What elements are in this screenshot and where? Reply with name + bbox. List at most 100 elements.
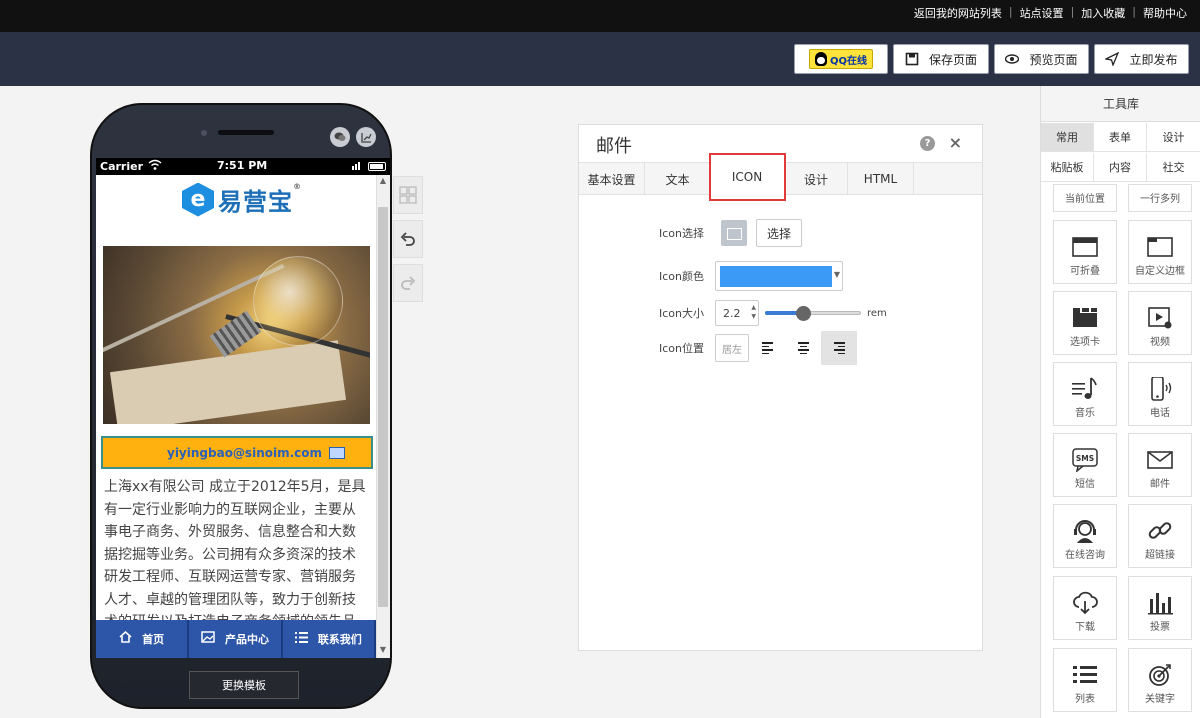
qq-online-button[interactable]: QQ在线 <box>794 44 888 74</box>
tool-list[interactable]: 列表 <box>1053 648 1117 712</box>
tool-keyword[interactable]: 关键字 <box>1128 648 1192 712</box>
align-center-icon[interactable] <box>785 331 821 365</box>
align-left-icon[interactable] <box>749 331 785 365</box>
tab-icon[interactable]: ICON <box>709 153 786 201</box>
banner-image[interactable] <box>103 246 370 424</box>
slider-handle[interactable] <box>796 306 812 321</box>
tab-text[interactable]: 文本 <box>645 163 711 195</box>
category-design[interactable]: 设计 <box>1147 123 1200 152</box>
layout-grid-icon[interactable] <box>393 176 423 214</box>
tool-hyperlink[interactable]: 超链接 <box>1128 504 1192 568</box>
tool-online-consult[interactable]: 在线咨询 <box>1053 504 1117 568</box>
category-social[interactable]: 社交 <box>1147 153 1200 182</box>
undo-icon[interactable] <box>393 220 423 258</box>
tool-vote[interactable]: 投票 <box>1128 576 1192 640</box>
tool-download[interactable]: 下载 <box>1053 576 1117 640</box>
category-common[interactable]: 常用 <box>1041 123 1094 152</box>
link-help-center[interactable]: 帮助中心 <box>1138 5 1192 21</box>
preview-label: 预览页面 <box>1029 52 1078 67</box>
swap-template-button[interactable]: 更换模板 <box>189 671 299 699</box>
separator: | <box>1070 5 1075 18</box>
tab-html[interactable]: HTML <box>848 163 914 195</box>
panel-title: 邮件 <box>596 136 632 157</box>
icon-size-label: Icon大小 <box>659 307 704 320</box>
carrier-label: Carrier <box>100 160 144 173</box>
tool-music[interactable]: 音乐 <box>1053 362 1117 426</box>
category-clipboard[interactable]: 粘贴板 <box>1041 153 1094 182</box>
clock: 7:51 PM <box>217 159 268 172</box>
link-add-favorite[interactable]: 加入收藏 <box>1076 5 1130 21</box>
border-icon <box>1147 237 1173 257</box>
select-icon-button[interactable]: 选择 <box>756 219 802 247</box>
site-logo: e 易营宝® <box>182 182 302 217</box>
panel-tabs: 基本设置 文本 ICON 设计 HTML <box>579 153 982 201</box>
list-icon <box>1073 666 1097 683</box>
help-icon[interactable]: ? <box>920 136 935 151</box>
phone-scrollbar[interactable]: ▲ ▼ <box>376 175 390 658</box>
nav-contact[interactable]: 联系我们 <box>282 620 376 658</box>
chat-icon[interactable] <box>330 127 350 147</box>
nav-products-label: 产品中心 <box>224 633 269 646</box>
link-my-sites[interactable]: 返回我的网站列表 <box>909 5 1007 21</box>
separator: | <box>1008 5 1013 18</box>
scroll-down-icon[interactable]: ▼ <box>377 645 389 657</box>
icon-size-stepper[interactable]: 2.2 ▲ ▼ <box>715 300 759 326</box>
tabs-icon <box>1073 308 1097 327</box>
nav-products[interactable]: 产品中心 <box>189 620 283 658</box>
category-content[interactable]: 内容 <box>1094 153 1147 182</box>
tool-current-location[interactable]: 当前位置 <box>1053 184 1117 212</box>
home-icon <box>119 630 132 647</box>
signal-icon <box>352 162 360 170</box>
icon-size-slider[interactable] <box>765 306 861 321</box>
editor-toolbar: QQ在线 保存页面 预览页面 立即发布 <box>0 32 1200 86</box>
preview-page-button[interactable]: 预览页面 <box>994 44 1089 74</box>
top-links: 返回我的网站列表 | 站点设置 | 加入收藏 | 帮助中心 <box>909 5 1192 21</box>
email-settings-panel: 邮件 ? × 基本设置 文本 ICON 设计 HTML Icon选择 选择 Ic… <box>578 124 983 651</box>
icon-select-label: Icon选择 <box>659 227 704 240</box>
tab-design[interactable]: 设计 <box>785 163 848 195</box>
company-intro-text[interactable]: 上海xx有限公司 成立于2012年5月，是具有一定行业影响力的互联网企业，主要从… <box>104 476 366 634</box>
scroll-up-icon[interactable]: ▲ <box>377 176 389 188</box>
tool-phone[interactable]: 电话 <box>1128 362 1192 426</box>
tab-basic-settings[interactable]: 基本设置 <box>579 163 645 195</box>
tool-custom-border[interactable]: 自定义边框 <box>1128 220 1192 284</box>
email-module[interactable]: yiyingbao@sinoim.com <box>101 436 373 469</box>
email-address: yiyingbao@sinoim.com <box>167 445 323 460</box>
chart-icon[interactable] <box>356 127 376 147</box>
scroll-thumb[interactable] <box>378 207 388 607</box>
tool-library-title: 工具库 <box>1041 86 1200 122</box>
color-swatch <box>720 266 832 287</box>
tool-tabs[interactable]: 选项卡 <box>1053 291 1117 355</box>
phone-camera <box>201 130 207 136</box>
align-right-icon[interactable] <box>821 331 857 365</box>
publish-label: 立即发布 <box>1129 52 1178 67</box>
tool-sms[interactable]: SMS 短信 <box>1053 433 1117 497</box>
icon-color-row: Icon颜色 ▼ <box>659 261 843 291</box>
publish-button[interactable]: 立即发布 <box>1094 44 1189 74</box>
tool-video[interactable]: 视频 <box>1128 291 1192 355</box>
redo-icon[interactable] <box>393 264 423 302</box>
spin-arrows-icon[interactable]: ▲ ▼ <box>751 303 756 321</box>
tool-multi-column[interactable]: 一行多列 <box>1128 184 1192 212</box>
position-input[interactable]: 居左 <box>715 334 749 362</box>
color-picker[interactable]: ▼ <box>715 261 843 291</box>
category-form[interactable]: 表单 <box>1094 123 1147 152</box>
mail-icon <box>329 447 345 459</box>
tool-collapsible[interactable]: 可折叠 <box>1053 220 1117 284</box>
vote-icon <box>1148 593 1173 615</box>
link-icon <box>1148 522 1172 539</box>
icon-position-row: Icon位置 居左 <box>659 331 857 365</box>
close-icon[interactable]: × <box>949 133 962 152</box>
icon-size-row: Icon大小 2.2 ▲ ▼ rem <box>659 300 887 326</box>
tool-library: 工具库 常用 表单 设计 粘贴板 内容 社交 当前位置 一行多列 可折叠 自定义… <box>1040 86 1200 718</box>
bottom-nav: 首页 产品中心 联系我们 <box>96 620 376 658</box>
save-page-button[interactable]: 保存页面 <box>893 44 989 74</box>
envelope-icon[interactable] <box>721 220 747 246</box>
mail-icon <box>1147 451 1173 469</box>
link-site-settings[interactable]: 站点设置 <box>1015 5 1069 21</box>
svg-text:SMS: SMS <box>1076 454 1094 463</box>
tool-mail[interactable]: 邮件 <box>1128 433 1192 497</box>
nav-home[interactable]: 首页 <box>96 620 190 658</box>
sms-icon: SMS <box>1072 448 1098 472</box>
status-bar: Carrier 7:51 PM <box>96 158 390 175</box>
